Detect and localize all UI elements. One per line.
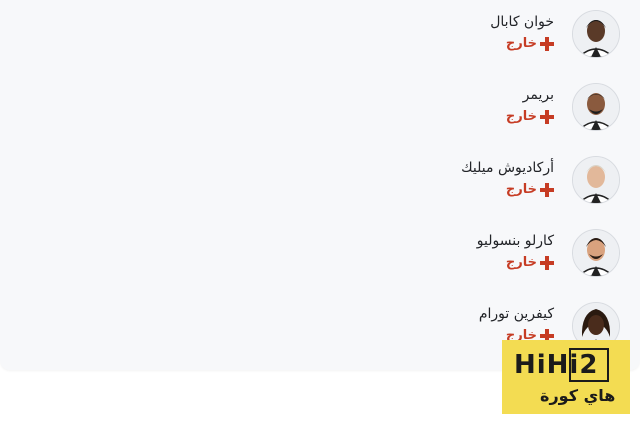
player-name: بريمر [522, 87, 554, 103]
player-name: كيفرين تورام [478, 306, 554, 322]
status-badge: خارج [506, 255, 554, 271]
player-info: خوان كابال خارج [490, 12, 554, 55]
player-avatar [572, 229, 620, 277]
player-avatar [572, 83, 620, 131]
player-name: خوان كابال [490, 14, 554, 30]
site-watermark-logo: HiHi2 هاي كورة [502, 340, 630, 414]
status-badge: خارج [506, 182, 554, 198]
player-info: بريمر خارج [506, 85, 554, 128]
watermark-latin-text: HiHi2 [514, 350, 599, 380]
status-label: خارج [505, 182, 537, 197]
player-photo-icon [573, 230, 619, 276]
player-photo-icon [573, 157, 619, 203]
status-badge: خارج [506, 109, 554, 125]
player-photo-icon [573, 84, 619, 130]
status-label: خارج [505, 36, 537, 51]
status-badge: خارج [506, 36, 554, 52]
player-avatar [572, 10, 620, 58]
medical-cross-icon [540, 183, 554, 197]
player-info: كارلو بنسوليو خارج [477, 231, 554, 274]
medical-cross-icon [540, 110, 554, 124]
player-avatar [572, 156, 620, 204]
player-row[interactable]: كارلو بنسوليو خارج [320, 229, 620, 285]
injured-players-card: خوان كابال خارج بريمر خارج أركاديوش ميلي… [0, 0, 640, 370]
status-label: خارج [505, 109, 537, 124]
player-row[interactable]: خوان كابال خارج [320, 10, 620, 66]
player-name: أركاديوش ميليك [461, 160, 554, 176]
watermark-arabic-text: هاي كورة [540, 386, 616, 405]
player-row[interactable]: بريمر خارج [320, 83, 620, 139]
player-photo-icon [573, 11, 619, 57]
medical-cross-icon [540, 37, 554, 51]
medical-cross-icon [540, 256, 554, 270]
status-label: خارج [505, 255, 537, 270]
player-info: أركاديوش ميليك خارج [461, 158, 554, 201]
player-name: كارلو بنسوليو [476, 233, 554, 249]
player-row[interactable]: أركاديوش ميليك خارج [320, 156, 620, 212]
